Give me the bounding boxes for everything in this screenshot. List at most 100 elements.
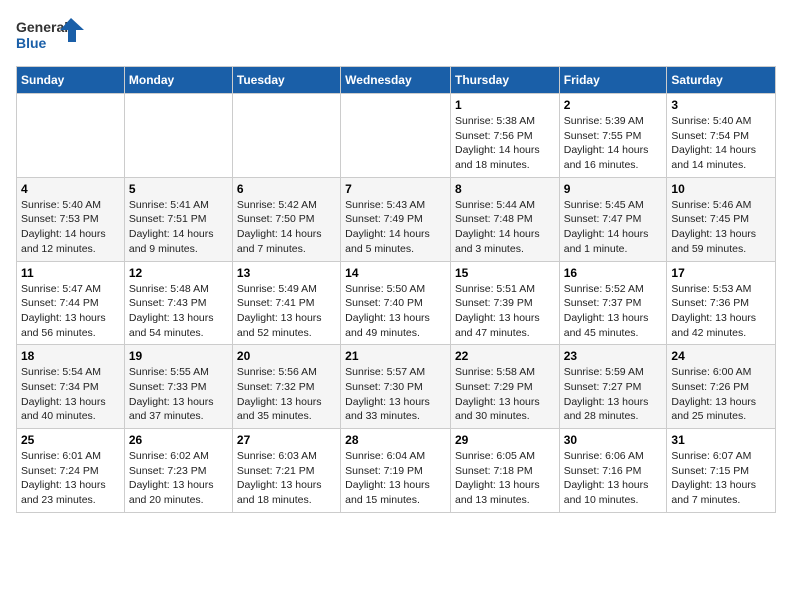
day-content: Sunrise: 5:38 AMSunset: 7:56 PMDaylight:…: [455, 114, 555, 173]
day-content: Sunrise: 5:41 AMSunset: 7:51 PMDaylight:…: [129, 198, 228, 257]
weekday-header-thursday: Thursday: [450, 67, 559, 94]
calendar-cell: [341, 94, 451, 178]
calendar-cell: [17, 94, 125, 178]
day-number: 19: [129, 349, 228, 363]
day-number: 21: [345, 349, 446, 363]
day-content: Sunrise: 5:57 AMSunset: 7:30 PMDaylight:…: [345, 365, 446, 424]
calendar-cell: 24 Sunrise: 6:00 AMSunset: 7:26 PMDayligh…: [667, 345, 776, 429]
day-number: 14: [345, 266, 446, 280]
page-header: GeneralBlue: [16, 16, 776, 56]
day-number: 11: [21, 266, 120, 280]
day-number: 4: [21, 182, 120, 196]
calendar-cell: 17 Sunrise: 5:53 AMSunset: 7:36 PMDayligh…: [667, 261, 776, 345]
day-content: Sunrise: 5:39 AMSunset: 7:55 PMDaylight:…: [564, 114, 663, 173]
logo-svg: GeneralBlue: [16, 16, 86, 56]
calendar-cell: 4 Sunrise: 5:40 AMSunset: 7:53 PMDaylight…: [17, 177, 125, 261]
day-content: Sunrise: 5:55 AMSunset: 7:33 PMDaylight:…: [129, 365, 228, 424]
calendar-cell: 28 Sunrise: 6:04 AMSunset: 7:19 PMDayligh…: [341, 429, 451, 513]
calendar-cell: 22Sunrise: 5:58 AMSunset: 7:29 PMDayligh…: [450, 345, 559, 429]
day-content: Sunrise: 5:45 AMSunset: 7:47 PMDaylight:…: [564, 198, 663, 257]
day-number: 25: [21, 433, 120, 447]
day-number: 6: [237, 182, 336, 196]
calendar-cell: 20 Sunrise: 5:56 AMSunset: 7:32 PMDayligh…: [232, 345, 340, 429]
day-number: 23: [564, 349, 663, 363]
day-content: Sunrise: 5:52 AMSunset: 7:37 PMDaylight:…: [564, 282, 663, 341]
weekday-header-row: SundayMondayTuesdayWednesdayThursdayFrid…: [17, 67, 776, 94]
calendar-cell: 7Sunrise: 5:43 AMSunset: 7:49 PMDaylight…: [341, 177, 451, 261]
calendar-cell: 11 Sunrise: 5:47 AMSunset: 7:44 PMDayligh…: [17, 261, 125, 345]
day-content: Sunrise: 6:05 AMSunset: 7:18 PMDaylight:…: [455, 449, 555, 508]
day-content: Sunrise: 5:51 AMSunset: 7:39 PMDaylight:…: [455, 282, 555, 341]
day-content: Sunrise: 5:49 AMSunset: 7:41 PMDaylight:…: [237, 282, 336, 341]
weekday-header-wednesday: Wednesday: [341, 67, 451, 94]
calendar-week-row: 18 Sunrise: 5:54 AMSunset: 7:34 PMDayligh…: [17, 345, 776, 429]
day-number: 28: [345, 433, 446, 447]
day-number: 3: [671, 98, 771, 112]
calendar-cell: 1 Sunrise: 5:38 AMSunset: 7:56 PMDaylight…: [450, 94, 559, 178]
weekday-header-monday: Monday: [124, 67, 232, 94]
day-content: Sunrise: 5:54 AMSunset: 7:34 PMDaylight:…: [21, 365, 120, 424]
day-content: Sunrise: 5:42 AMSunset: 7:50 PMDaylight:…: [237, 198, 336, 257]
day-content: Sunrise: 5:53 AMSunset: 7:36 PMDaylight:…: [671, 282, 771, 341]
calendar-cell: 25 Sunrise: 6:01 AMSunset: 7:24 PMDayligh…: [17, 429, 125, 513]
calendar-cell: 19 Sunrise: 5:55 AMSunset: 7:33 PMDayligh…: [124, 345, 232, 429]
day-content: Sunrise: 5:43 AMSunset: 7:49 PMDaylight:…: [345, 198, 446, 257]
day-content: Sunrise: 6:01 AMSunset: 7:24 PMDaylight:…: [21, 449, 120, 508]
calendar-cell: 8Sunrise: 5:44 AMSunset: 7:48 PMDaylight…: [450, 177, 559, 261]
day-number: 12: [129, 266, 228, 280]
day-content: Sunrise: 6:02 AMSunset: 7:23 PMDaylight:…: [129, 449, 228, 508]
calendar-cell: 3 Sunrise: 5:40 AMSunset: 7:54 PMDaylight…: [667, 94, 776, 178]
day-number: 24: [671, 349, 771, 363]
calendar-cell: 14Sunrise: 5:50 AMSunset: 7:40 PMDayligh…: [341, 261, 451, 345]
calendar-cell: 21 Sunrise: 5:57 AMSunset: 7:30 PMDayligh…: [341, 345, 451, 429]
day-number: 1: [455, 98, 555, 112]
day-number: 5: [129, 182, 228, 196]
day-number: 29: [455, 433, 555, 447]
day-content: Sunrise: 6:06 AMSunset: 7:16 PMDaylight:…: [564, 449, 663, 508]
day-content: Sunrise: 6:04 AMSunset: 7:19 PMDaylight:…: [345, 449, 446, 508]
day-content: Sunrise: 5:58 AMSunset: 7:29 PMDaylight:…: [455, 365, 555, 424]
day-content: Sunrise: 5:46 AMSunset: 7:45 PMDaylight:…: [671, 198, 771, 257]
day-number: 30: [564, 433, 663, 447]
day-content: Sunrise: 5:40 AMSunset: 7:53 PMDaylight:…: [21, 198, 120, 257]
day-content: Sunrise: 5:56 AMSunset: 7:32 PMDaylight:…: [237, 365, 336, 424]
day-number: 26: [129, 433, 228, 447]
calendar-cell: 15 Sunrise: 5:51 AMSunset: 7:39 PMDayligh…: [450, 261, 559, 345]
calendar-cell: 16 Sunrise: 5:52 AMSunset: 7:37 PMDayligh…: [559, 261, 667, 345]
svg-text:Blue: Blue: [16, 35, 47, 51]
calendar-cell: [232, 94, 340, 178]
calendar-cell: 31Sunrise: 6:07 AMSunset: 7:15 PMDayligh…: [667, 429, 776, 513]
weekday-header-tuesday: Tuesday: [232, 67, 340, 94]
day-number: 27: [237, 433, 336, 447]
day-content: Sunrise: 5:59 AMSunset: 7:27 PMDaylight:…: [564, 365, 663, 424]
calendar-cell: 26 Sunrise: 6:02 AMSunset: 7:23 PMDayligh…: [124, 429, 232, 513]
day-number: 16: [564, 266, 663, 280]
day-content: Sunrise: 6:00 AMSunset: 7:26 PMDaylight:…: [671, 365, 771, 424]
day-content: Sunrise: 5:47 AMSunset: 7:44 PMDaylight:…: [21, 282, 120, 341]
calendar-cell: 29 Sunrise: 6:05 AMSunset: 7:18 PMDayligh…: [450, 429, 559, 513]
day-number: 17: [671, 266, 771, 280]
weekday-header-sunday: Sunday: [17, 67, 125, 94]
logo: GeneralBlue: [16, 16, 86, 56]
day-number: 2: [564, 98, 663, 112]
day-number: 9: [564, 182, 663, 196]
calendar-cell: [124, 94, 232, 178]
calendar-week-row: 1 Sunrise: 5:38 AMSunset: 7:56 PMDaylight…: [17, 94, 776, 178]
day-number: 18: [21, 349, 120, 363]
day-content: Sunrise: 5:40 AMSunset: 7:54 PMDaylight:…: [671, 114, 771, 173]
weekday-header-saturday: Saturday: [667, 67, 776, 94]
day-number: 20: [237, 349, 336, 363]
calendar-week-row: 11 Sunrise: 5:47 AMSunset: 7:44 PMDayligh…: [17, 261, 776, 345]
day-number: 8: [455, 182, 555, 196]
day-content: Sunrise: 6:03 AMSunset: 7:21 PMDaylight:…: [237, 449, 336, 508]
calendar-cell: 9 Sunrise: 5:45 AMSunset: 7:47 PMDaylight…: [559, 177, 667, 261]
day-number: 13: [237, 266, 336, 280]
calendar-week-row: 4 Sunrise: 5:40 AMSunset: 7:53 PMDaylight…: [17, 177, 776, 261]
calendar-cell: 18 Sunrise: 5:54 AMSunset: 7:34 PMDayligh…: [17, 345, 125, 429]
calendar-table: SundayMondayTuesdayWednesdayThursdayFrid…: [16, 66, 776, 513]
day-number: 15: [455, 266, 555, 280]
day-number: 10: [671, 182, 771, 196]
day-content: Sunrise: 5:48 AMSunset: 7:43 PMDaylight:…: [129, 282, 228, 341]
day-content: Sunrise: 6:07 AMSunset: 7:15 PMDaylight:…: [671, 449, 771, 508]
calendar-cell: 12 Sunrise: 5:48 AMSunset: 7:43 PMDayligh…: [124, 261, 232, 345]
